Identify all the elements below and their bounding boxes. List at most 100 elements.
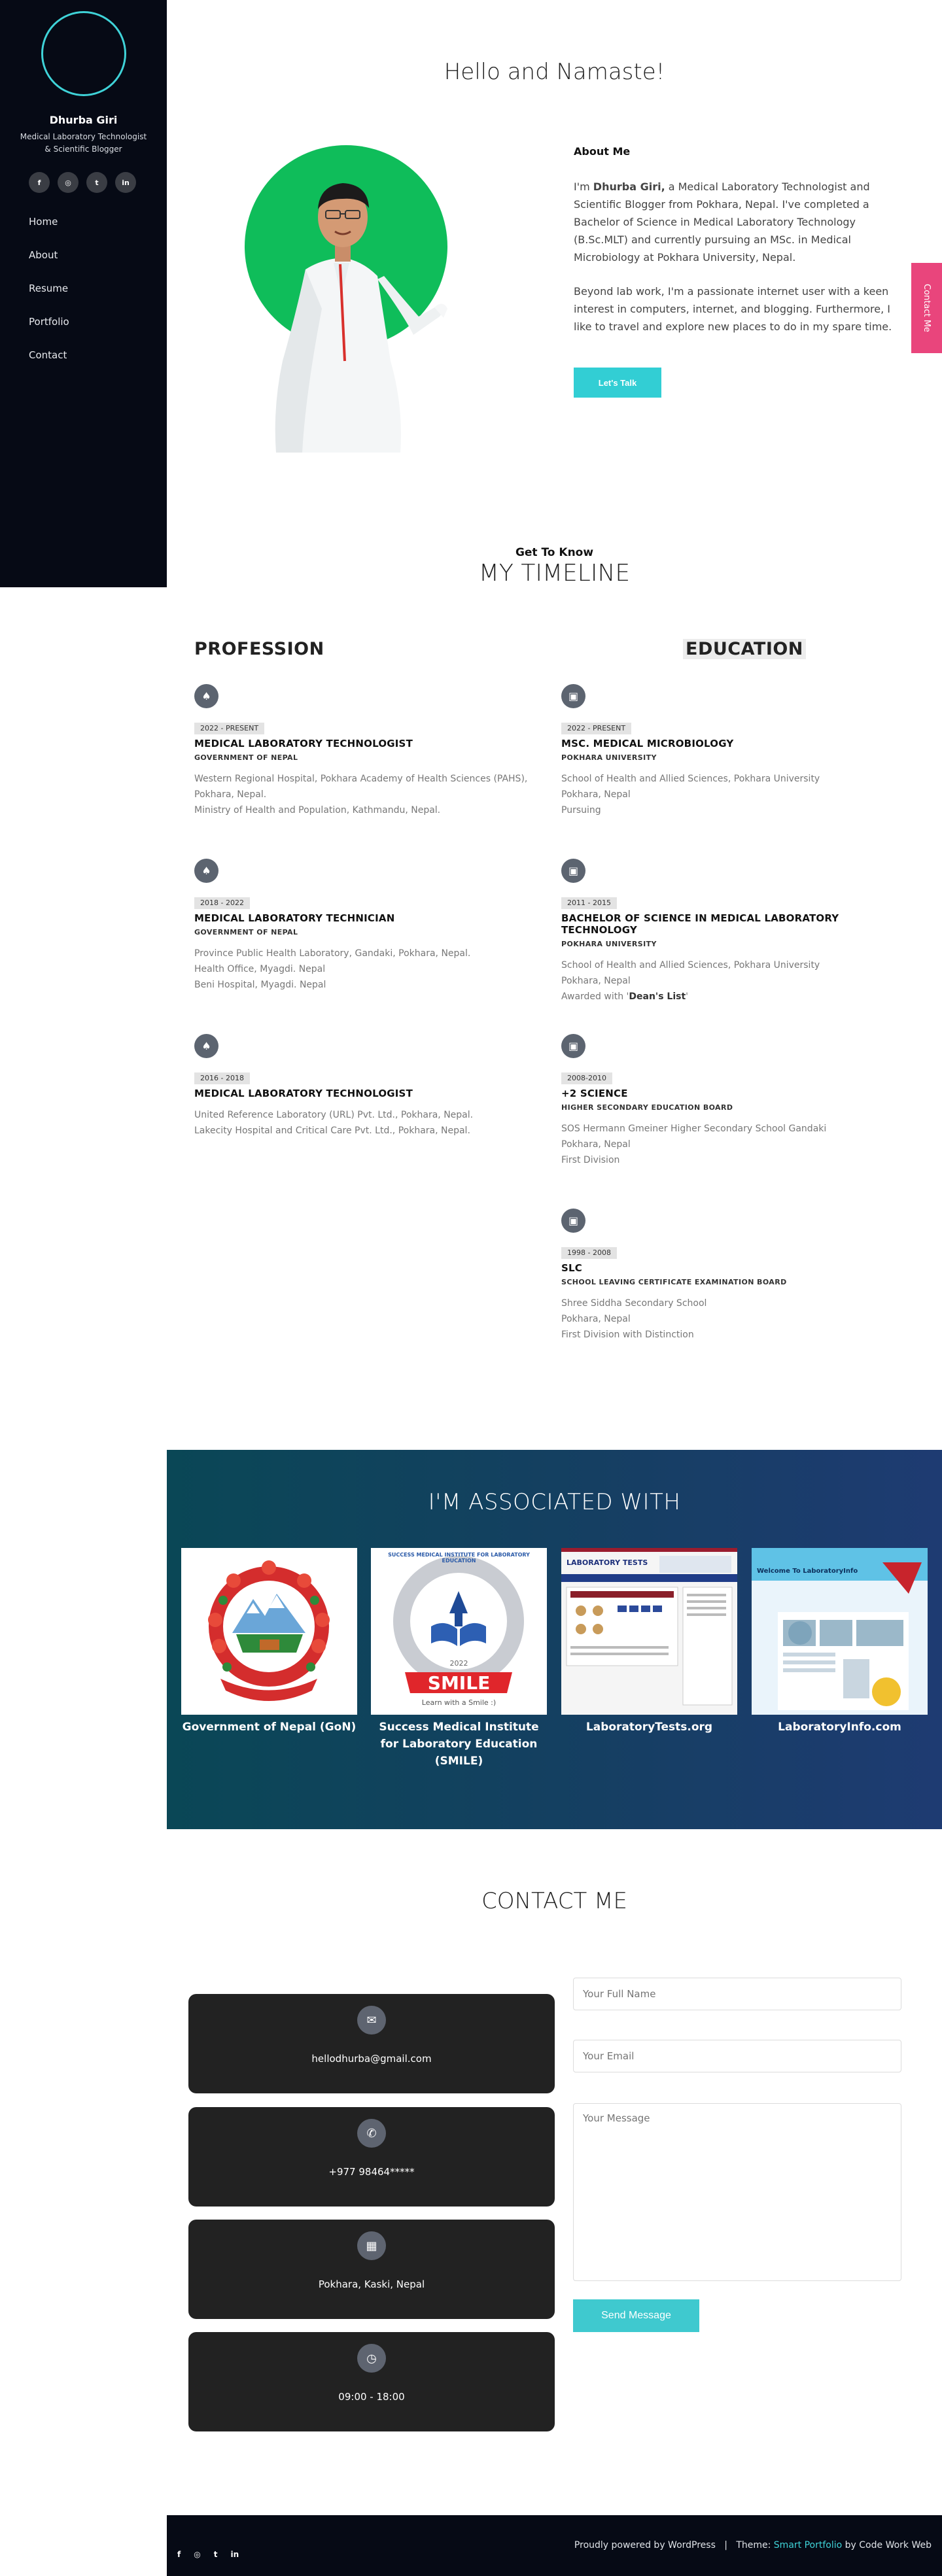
timeline-detail-line: Pokhara, Nepal [561, 976, 631, 986]
associated-card[interactable]: Government of Nepal (GoN) [181, 1548, 357, 1736]
powered-by-link[interactable]: Proudly powered by WordPress [574, 2540, 716, 2550]
timeline-detail-line: United Reference Laboratory (URL) Pvt. L… [194, 1110, 474, 1120]
sidebar: Dhurba Giri Medical Laboratory Technolog… [0, 0, 167, 587]
instagram-icon[interactable]: ◎ [58, 172, 78, 193]
smile-logo: SUCCESS MEDICAL INSTITUTE FOR LABORATORY… [371, 1548, 547, 1715]
associated-card-label: LaboratoryInfo.com [778, 1721, 901, 1734]
theme-label: Theme: [736, 2540, 774, 2550]
site-name: Dhurba Giri [49, 114, 118, 126]
timeline-date: 2022 - PRESENT [194, 723, 265, 734]
award-suffix: ' [686, 991, 689, 1002]
timeline-date: 1998 - 2008 [561, 1247, 617, 1259]
timeline-detail-line: Pokhara, Nepal [561, 789, 631, 800]
contact-phone: +977 98464***** [328, 2166, 415, 2178]
associated-title: I'M ASSOCIATED WITH [428, 1489, 681, 1515]
microscope-icon: ♠ [194, 1034, 218, 1058]
instagram-icon[interactable]: ◎ [194, 2550, 200, 2559]
site-preview-image [561, 1556, 737, 1706]
smile-logo-ring-text: SUCCESS MEDICAL INSTITUTE FOR LABORATORY… [388, 1552, 530, 1564]
envelope-icon: ✉ [357, 2006, 386, 2035]
timeline-detail-line: School of Health and Allied Sciences, Po… [561, 960, 820, 970]
lets-talk-button[interactable]: Let's Talk [574, 368, 661, 398]
smile-logo-word: SMILE [427, 1672, 491, 1694]
timeline-detail-line: Pokhara, Nepal [561, 1314, 631, 1324]
timeline-role: +2 SCIENCE [561, 1088, 628, 1099]
site-tagline: Medical Laboratory Technologist & Scient… [20, 132, 147, 154]
timeline-detail-line: Western Regional Hospital, Pokhara Acade… [194, 774, 528, 800]
award-name: Dean's List [629, 991, 686, 1002]
facebook-icon[interactable]: f [177, 2550, 181, 2559]
timeline-detail-line: Pursuing [561, 805, 601, 816]
timeline-details: School of Health and Allied Sciences, Po… [561, 771, 918, 818]
education-item: ▣ 2022 - PRESENT MSC. MEDICAL MICROBIOLO… [561, 684, 918, 818]
timeline-detail-line: Province Public Health Laboratory, Ganda… [194, 948, 471, 959]
gon-emblem-image [208, 1560, 330, 1701]
timeline-detail-line: Beni Hospital, Myagdi. Nepal [194, 980, 326, 990]
contact-me-tab[interactable]: Contact Me [911, 263, 942, 353]
timeline-details: Province Public Health Laboratory, Ganda… [194, 946, 551, 993]
timeline-org: HIGHER SECONDARY EDUCATION BOARD [561, 1103, 733, 1112]
briefcase-icon: ▣ [561, 859, 585, 883]
timeline-title: MY TIMELINE [478, 560, 631, 587]
nav-home[interactable]: Home [29, 213, 69, 246]
gon-logo [181, 1548, 357, 1715]
contact-email[interactable]: hellodhurba@gmail.com [188, 2053, 555, 2065]
timeline-date: 2018 - 2022 [194, 897, 250, 909]
contact-email-card: ✉ hellodhurba@gmail.com [188, 1994, 555, 2093]
nav-about[interactable]: About [29, 246, 69, 279]
briefcase-icon: ▣ [561, 684, 585, 708]
nav-resume[interactable]: Resume [29, 279, 69, 313]
associated-section: I'M ASSOCIATED WITH Government of Nepal … [167, 1450, 942, 1829]
timeline-detail-line: Pokhara, Nepal [561, 1139, 631, 1150]
profession-heading: PROFESSION [194, 639, 324, 659]
associated-card[interactable]: Welcome To LaboratoryInfo LaboratoryInfo… [752, 1548, 928, 1736]
email-input[interactable] [573, 2040, 901, 2072]
nav-portfolio[interactable]: Portfolio [29, 313, 69, 346]
twitter-icon[interactable]: t [86, 172, 107, 193]
briefcase-icon: ▣ [561, 1034, 585, 1058]
associated-card[interactable]: LABORATORY TESTS LaboratoryTests.org [561, 1548, 737, 1736]
contact-hours-card: ◷ 09:00 - 18:00 [188, 2332, 555, 2431]
send-message-button[interactable]: Send Message [573, 2299, 699, 2332]
about-name: Dhurba Giri, [593, 180, 665, 193]
contact-phone-card: ✆ +977 98464***** [188, 2107, 555, 2207]
associated-card-label: LaboratoryTests.org [585, 1721, 713, 1734]
linkedin-icon[interactable]: in [230, 2550, 239, 2559]
twitter-icon[interactable]: t [214, 2550, 218, 2559]
education-item: ▣ 1998 - 2008 SLC SCHOOL LEAVING CERTIFI… [561, 1209, 918, 1343]
briefcase-icon: ▣ [561, 1209, 585, 1233]
timeline-details: Western Regional Hospital, Pokhara Acade… [194, 771, 551, 818]
timeline-detail-line: Lakecity Hospital and Critical Care Pvt.… [194, 1125, 470, 1136]
hero-title: Hello and Namaste! [444, 59, 665, 85]
nav-contact[interactable]: Contact [29, 346, 69, 379]
microscope-icon: ♠ [194, 859, 218, 883]
contact-address: Pokhara, Kaski, Nepal [318, 2278, 425, 2290]
timeline-detail-line: SOS Hermann Gmeiner Higher Secondary Sch… [561, 1124, 827, 1134]
timeline-details: United Reference Laboratory (URL) Pvt. L… [194, 1107, 551, 1139]
linkedin-icon[interactable]: in [115, 172, 136, 193]
education-item: ▣ 2011 - 2015 BACHELOR OF SCIENCE IN MED… [561, 859, 918, 1005]
avatar [41, 11, 126, 96]
sidebar-social-links: f ◎ t in [29, 172, 136, 193]
timeline-details: SOS Hermann Gmeiner Higher Secondary Sch… [561, 1121, 918, 1168]
timeline-detail-line: First Division [561, 1155, 620, 1165]
award-prefix: Awarded with ' [561, 991, 629, 1002]
about-heading: About Me [574, 145, 631, 158]
timeline-role: MSC. MEDICAL MICROBIOLOGY [561, 738, 734, 749]
footer-separator: | [724, 2540, 727, 2550]
associated-card-label: Success Medical Institute for Laboratory… [379, 1721, 539, 1768]
phone-icon: ✆ [357, 2119, 386, 2148]
about-intro-text: a Medical Laboratory Technologist and Sc… [574, 180, 870, 264]
footer-credits: Proudly powered by WordPress | Theme: Sm… [574, 2540, 932, 2550]
associated-card[interactable]: SUCCESS MEDICAL INSTITUTE FOR LABORATORY… [371, 1548, 547, 1770]
sidebar-nav: Home About Resume Portfolio Contact [29, 213, 69, 379]
contact-title: CONTACT ME [481, 1888, 627, 1914]
theme-link[interactable]: Smart Portfolio [774, 2540, 842, 2550]
facebook-icon[interactable]: f [29, 172, 50, 193]
message-textarea[interactable] [573, 2103, 901, 2281]
timeline-role: MEDICAL LABORATORY TECHNOLOGIST [194, 1088, 413, 1099]
timeline-date: 2016 - 2018 [194, 1073, 250, 1084]
timeline-details: School of Health and Allied Sciences, Po… [561, 957, 918, 1005]
timeline-org: SCHOOL LEAVING CERTIFICATE EXAMINATION B… [561, 1278, 787, 1286]
full-name-input[interactable] [573, 1978, 901, 2010]
